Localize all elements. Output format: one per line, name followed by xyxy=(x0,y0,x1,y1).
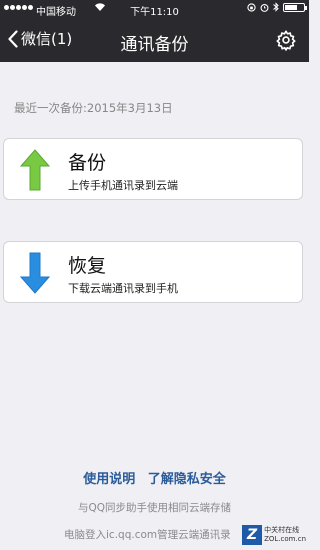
lock-rotation-icon xyxy=(247,2,256,12)
page-title: 通讯备份 xyxy=(120,35,189,55)
arrow-down-icon xyxy=(19,252,51,298)
backup-subtitle: 上传手机通讯录到云端 xyxy=(68,179,178,192)
gear-icon[interactable] xyxy=(275,29,297,55)
top-bar: 中国移动 下午11:10 微信(1) 通讯备份 xyxy=(0,0,309,62)
backup-title: 备份 xyxy=(68,152,107,174)
web-manage-note: 电脑登入ic.qq.com管理云端通讯录 xyxy=(64,529,231,541)
status-bar: 中国移动 下午11:10 xyxy=(0,0,309,18)
watermark-logo: Z 中关村在线 ZOL.com.cn xyxy=(242,525,306,545)
footer-links: 使用说明 了解隐私安全 xyxy=(0,468,309,487)
restore-button[interactable]: 恢复 下载云端通讯录到手机 xyxy=(3,241,303,303)
backup-button[interactable]: 备份 上传手机通讯录到云端 xyxy=(3,138,303,200)
privacy-link[interactable]: 了解隐私安全 xyxy=(148,472,226,487)
alarm-icon xyxy=(260,3,269,12)
status-right xyxy=(247,2,307,12)
nav-bar: 微信(1) 通讯备份 xyxy=(0,18,309,62)
restore-subtitle: 下载云端通讯录到手机 xyxy=(68,282,178,295)
restore-title: 恢复 xyxy=(68,255,107,277)
sync-note: 与QQ同步助手使用相同云端存储 xyxy=(77,502,232,514)
arrow-up-icon xyxy=(19,149,51,195)
last-backup-text: 最近一次备份:2015年3月13日 xyxy=(14,101,173,115)
battery-icon xyxy=(283,2,307,12)
watermark-line2: ZOL.com.cn xyxy=(264,535,306,543)
zol-logo: Z xyxy=(242,525,263,545)
watermark-line1: 中关村在线 xyxy=(264,526,300,534)
usage-link[interactable]: 使用说明 xyxy=(83,472,135,487)
bluetooth-icon xyxy=(273,2,279,12)
